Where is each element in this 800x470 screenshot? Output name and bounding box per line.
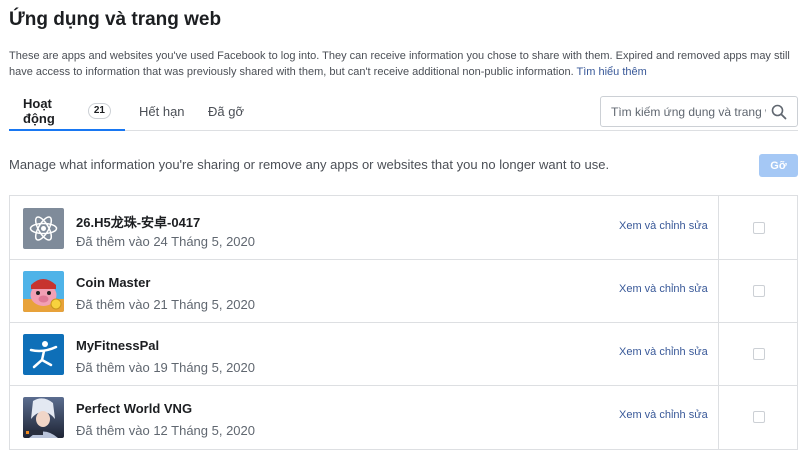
app-row: Perfect World VNG Đã thêm vào 12 Tháng 5… xyxy=(10,385,797,449)
page-title: Ứng dụng và trang web xyxy=(9,9,222,30)
view-edit-link[interactable]: Xem và chỉnh sửa xyxy=(619,283,708,295)
app-name: 26.H5龙珠-安卓-0417 xyxy=(76,215,201,230)
tab-active-count-badge: 21 xyxy=(87,102,111,119)
learn-more-link[interactable]: Tìm hiểu thêm xyxy=(576,66,646,78)
app-name: Perfect World VNG xyxy=(76,401,193,416)
app-row: Coin Master Đã thêm vào 21 Tháng 5, 2020… xyxy=(10,259,797,323)
description-text: These are apps and websites you've used … xyxy=(9,50,790,78)
app-row: MyFitnessPal Đã thêm vào 19 Tháng 5, 202… xyxy=(10,322,797,386)
search-box xyxy=(600,96,798,127)
tab-expired-label: Hết hạn xyxy=(139,104,185,119)
app-checkbox[interactable] xyxy=(753,222,765,234)
search-input[interactable] xyxy=(611,103,766,121)
app-date: Đã thêm vào 24 Tháng 5, 2020 xyxy=(76,234,255,249)
view-edit-link[interactable]: Xem và chỉnh sửa xyxy=(619,409,708,421)
view-edit-link[interactable]: Xem và chỉnh sửa xyxy=(619,346,708,358)
tab-active-label: Hoạt động xyxy=(23,95,55,126)
tab-expired[interactable]: Hết hạn xyxy=(139,92,185,131)
app-row: 26.H5龙珠-安卓-0417 Đã thêm vào 24 Tháng 5, … xyxy=(10,196,797,260)
app-checkbox[interactable] xyxy=(753,411,765,423)
app-date: Đã thêm vào 19 Tháng 5, 2020 xyxy=(76,360,255,375)
page-description: These are apps and websites you've used … xyxy=(9,48,794,80)
search-icon[interactable] xyxy=(771,104,787,120)
app-date: Đã thêm vào 12 Tháng 5, 2020 xyxy=(76,423,255,438)
app-date: Đã thêm vào 21 Tháng 5, 2020 xyxy=(76,297,255,312)
atom-icon xyxy=(23,208,64,249)
coin-master-icon xyxy=(23,271,64,312)
manage-text: Manage what information you're sharing o… xyxy=(9,157,610,172)
view-edit-link[interactable]: Xem và chỉnh sửa xyxy=(619,220,708,232)
myfitnesspal-icon xyxy=(23,334,64,375)
tab-removed-label: Đã gỡ xyxy=(208,104,244,119)
app-list: 26.H5龙珠-安卓-0417 Đã thêm vào 24 Tháng 5, … xyxy=(9,195,798,450)
remove-button[interactable]: Gỡ xyxy=(759,154,798,177)
app-name: Coin Master xyxy=(76,275,151,290)
app-name: MyFitnessPal xyxy=(76,338,160,353)
app-checkbox[interactable] xyxy=(753,285,765,297)
perfect-world-icon xyxy=(23,397,64,438)
app-checkbox[interactable] xyxy=(753,348,765,360)
tab-active[interactable]: Hoạt động 21 xyxy=(9,92,125,131)
tab-removed[interactable]: Đã gỡ xyxy=(208,92,244,131)
